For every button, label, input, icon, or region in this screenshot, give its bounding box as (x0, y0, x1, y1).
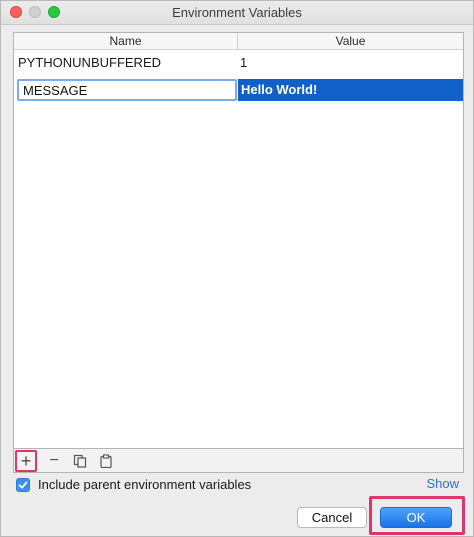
include-parent-label[interactable]: Include parent environment variables (38, 477, 251, 492)
add-variable-button[interactable]: + (15, 450, 37, 472)
window-title: Environment Variables (172, 5, 302, 20)
checkmark-icon (18, 481, 28, 488)
include-parent-checkbox[interactable] (16, 477, 30, 492)
table-row[interactable]: PYTHONUNBUFFERED 1 (14, 52, 463, 74)
column-header-name[interactable]: Name (14, 33, 238, 50)
environment-variables-dialog: Environment Variables Name Value PYTHONU… (0, 0, 474, 537)
title-bar: Environment Variables (1, 1, 473, 25)
remove-variable-button[interactable]: − (43, 450, 65, 472)
env-var-table: Name Value PYTHONUNBUFFERED 1 Hello Worl… (13, 32, 464, 449)
paste-variable-button[interactable] (95, 450, 117, 472)
ok-button[interactable]: OK (380, 507, 452, 528)
cancel-button[interactable]: Cancel (297, 507, 367, 528)
column-header-value[interactable]: Value (238, 33, 463, 50)
show-link[interactable]: Show (426, 476, 459, 491)
paste-icon (100, 454, 112, 468)
table-row[interactable]: Hello World! (14, 79, 463, 101)
table-header: Name Value (14, 33, 463, 50)
env-var-value-cell-selected[interactable]: Hello World! (238, 79, 463, 101)
env-var-value-cell[interactable]: 1 (240, 52, 463, 74)
copy-variable-button[interactable] (69, 450, 91, 472)
env-var-name-input[interactable] (17, 79, 237, 101)
minus-icon: − (49, 452, 59, 469)
include-parent-row: Include parent environment variables (16, 476, 251, 493)
copy-icon (73, 454, 87, 468)
env-var-name-cell[interactable]: PYTHONUNBUFFERED (18, 52, 238, 74)
table-toolbar: + − (13, 449, 464, 473)
plus-icon: + (20, 450, 32, 471)
